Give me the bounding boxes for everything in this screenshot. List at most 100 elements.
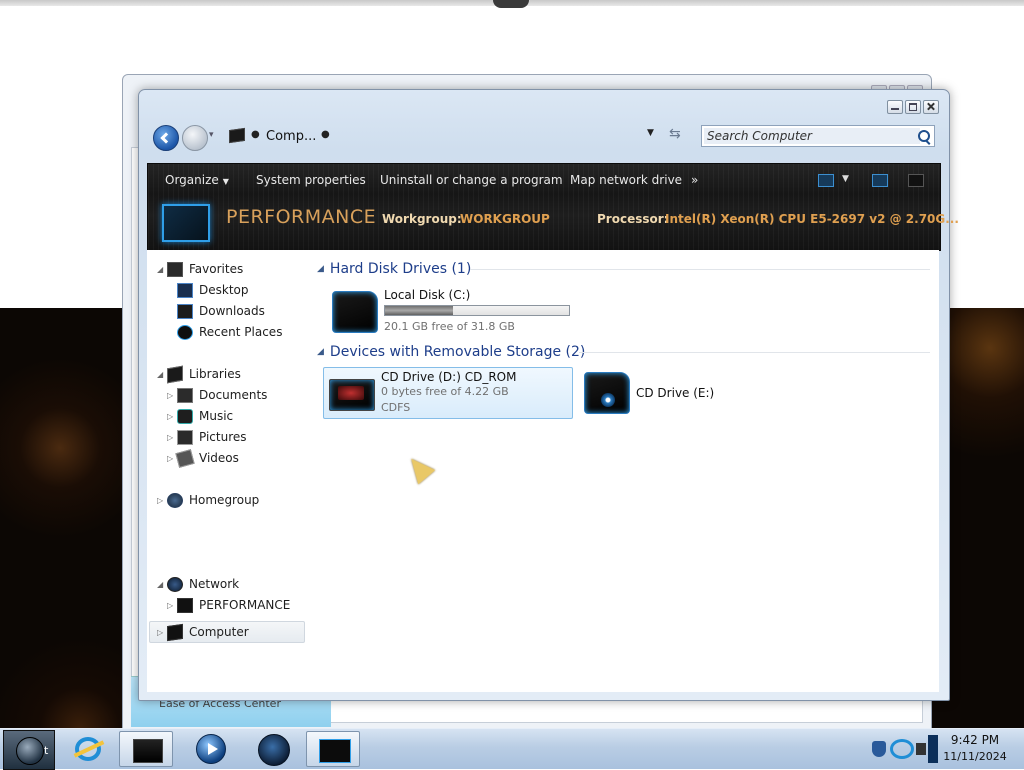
recent-pages-dropdown[interactable]: ▾ [209, 130, 214, 140]
search-box[interactable] [701, 125, 935, 147]
drive-cd-d[interactable]: CD Drive (D:) CD_ROM 0 bytes free of 4.2… [323, 367, 573, 419]
nav-desktop[interactable]: Desktop [177, 280, 249, 300]
content-area: ◢ Favorites Desktop Downloads Recent Pla… [147, 250, 939, 692]
dvd-drive-icon [584, 372, 630, 414]
nav-network-label: Network [189, 577, 240, 591]
desktop-icon [177, 282, 193, 298]
breadcrumb-separator-icon[interactable]: ● [321, 129, 330, 140]
downloads-icon [177, 303, 193, 319]
group-title: Hard Disk Drives (1) [329, 261, 472, 277]
drive-free-space: 0 bytes free of 4.22 GB [381, 385, 509, 398]
explorer-icon [133, 739, 163, 763]
nav-music-label: Music [199, 409, 234, 423]
libraries-icon [167, 365, 183, 383]
workgroup-value: WORKGROUP [460, 212, 550, 226]
group-removable-storage[interactable]: ◢ Devices with Removable Storage (2) [317, 343, 585, 361]
back-button[interactable] [153, 125, 179, 151]
organize-button[interactable]: Organize ▼ [165, 173, 229, 187]
breadcrumb-separator-icon[interactable]: ● [251, 129, 260, 140]
action-center-icon[interactable] [872, 741, 886, 757]
collapse-icon[interactable]: ◢ [317, 264, 324, 274]
expand-icon[interactable]: ▷ [167, 412, 175, 421]
address-dropdown-icon[interactable]: ▼ [647, 128, 654, 138]
taskbar-internet-explorer[interactable] [61, 731, 115, 767]
drive-cd-e[interactable]: CD Drive (E:) [579, 367, 759, 419]
close-button[interactable] [923, 100, 939, 114]
drive-usage-bar [384, 305, 570, 316]
breadcrumb-computer[interactable]: Comp... [266, 129, 316, 144]
network-status-icon[interactable] [890, 739, 914, 759]
minimize-button[interactable] [887, 100, 903, 114]
desktop-top-notch [493, 0, 529, 8]
nav-documents[interactable]: ▷ Documents [167, 385, 267, 405]
taskbar-media-player[interactable] [183, 731, 237, 767]
expand-icon[interactable]: ◢ [157, 370, 165, 379]
nav-favorites[interactable]: ◢ Favorites [157, 259, 243, 279]
drive-local-disk-c[interactable]: Local Disk (C:) 20.1 GB free of 31.8 GB [327, 286, 577, 338]
nav-downloads[interactable]: Downloads [177, 301, 265, 321]
processor-label: Processor: [597, 212, 669, 226]
nav-network[interactable]: ◢ Network [157, 574, 239, 594]
nav-pictures[interactable]: ▷ Pictures [167, 427, 247, 447]
nav-music[interactable]: ▷ Music [167, 406, 233, 426]
drive-usage-fill [385, 306, 453, 315]
nav-computer-label: Computer [189, 625, 249, 639]
volume-icon[interactable] [916, 743, 926, 755]
pictures-icon [177, 429, 193, 445]
group-hard-disk-drives[interactable]: ◢ Hard Disk Drives (1) [317, 260, 471, 278]
expand-icon[interactable]: ▷ [167, 391, 175, 400]
drive-name: Local Disk (C:) [384, 288, 471, 302]
computer-icon [167, 623, 183, 641]
music-icon [177, 408, 193, 424]
forward-button[interactable] [182, 125, 208, 151]
computer-window[interactable]: ▾ ● Comp... ● ▼ ⇆ Organize▼ System prope… [138, 89, 959, 701]
nav-computer-row[interactable]: ▷ Computer [157, 622, 249, 642]
show-desktop-button[interactable] [928, 735, 938, 763]
uninstall-program-button[interactable]: Uninstall or change a program [380, 173, 563, 187]
address-bar[interactable]: ● Comp... ● [221, 124, 693, 150]
command-bar: Organize ▼ System properties Uninstall or… [148, 164, 940, 198]
more-commands-button[interactable]: » [691, 173, 698, 187]
homegroup-icon [167, 492, 183, 508]
internet-explorer-icon [75, 737, 101, 761]
expand-icon[interactable]: ▷ [167, 601, 175, 610]
maximize-button[interactable] [905, 100, 921, 114]
expand-icon[interactable]: ◢ [157, 580, 165, 589]
help-icon[interactable] [908, 174, 924, 187]
expand-icon[interactable]: ▷ [157, 628, 165, 637]
taskbar-windows-explorer[interactable] [119, 731, 173, 767]
start-label: t [44, 744, 49, 757]
preview-pane-icon[interactable] [872, 174, 888, 187]
expand-icon[interactable]: ▷ [157, 496, 165, 505]
expand-icon[interactable]: ▷ [167, 433, 175, 442]
clock[interactable]: 9:42 PM 11/11/2024 [940, 733, 1010, 763]
nav-recent-places[interactable]: Recent Places [177, 322, 282, 342]
nav-homegroup[interactable]: ▷ Homegroup [157, 490, 259, 510]
nav-libraries[interactable]: ◢ Libraries [157, 364, 241, 384]
cd-rom-icon [329, 379, 375, 411]
nav-homegroup-label: Homegroup [189, 493, 260, 507]
computer-icon [229, 127, 245, 144]
command-and-info-band: Organize ▼ System properties Uninstall or… [147, 163, 959, 251]
expand-icon[interactable]: ▷ [167, 454, 175, 463]
view-options-dropdown-icon[interactable]: ▼ [842, 174, 849, 184]
recent-places-icon [177, 324, 193, 340]
map-network-drive-button[interactable]: Map network drive [570, 173, 682, 187]
nav-videos[interactable]: ▷ Videos [167, 448, 239, 468]
group-divider [470, 269, 930, 270]
start-button[interactable]: t [3, 730, 55, 770]
refresh-icon[interactable]: ⇆ [669, 126, 681, 142]
group-title: Devices with Removable Storage (2) [329, 344, 586, 360]
change-view-icon[interactable] [818, 174, 834, 187]
organize-label: Organize [165, 173, 219, 187]
taskbar: t 9:42 PM 11/11/2024 [0, 728, 1024, 770]
nav-performance[interactable]: ▷ PERFORMANCE [167, 595, 290, 615]
taskbar-computer[interactable] [306, 731, 360, 767]
clock-date: 11/11/2024 [943, 750, 1007, 763]
collapse-icon[interactable]: ◢ [317, 347, 324, 357]
search-icon[interactable] [918, 130, 930, 142]
search-input[interactable] [704, 128, 920, 144]
expand-icon[interactable]: ◢ [157, 265, 165, 274]
system-properties-button[interactable]: System properties [256, 173, 366, 187]
taskbar-network[interactable] [245, 731, 299, 767]
